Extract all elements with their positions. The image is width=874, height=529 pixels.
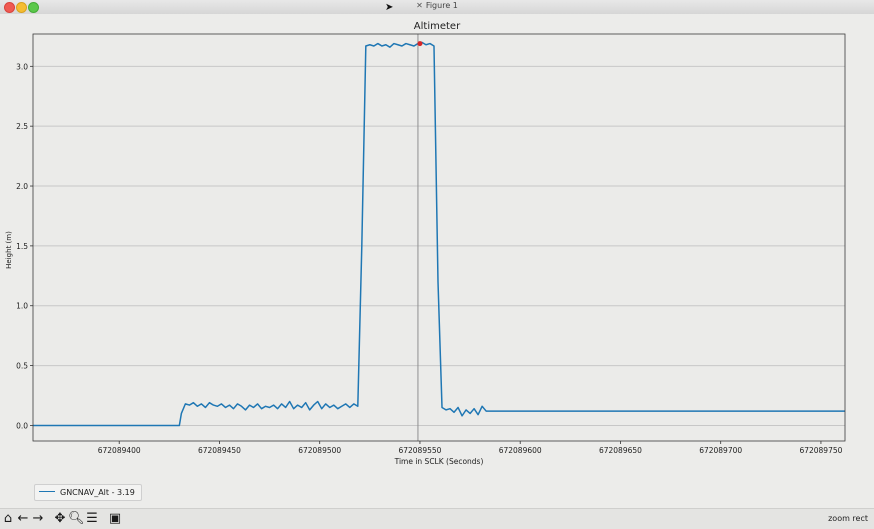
home-icon[interactable]: ⌂ bbox=[1, 512, 15, 526]
chart-title: Altimeter bbox=[414, 21, 461, 32]
navigation-toolbar: ⌂ ← → ✥ 🔍︎ ☰ ▣ zoom rect bbox=[0, 508, 874, 529]
y-tick-label: 2.0 bbox=[16, 182, 28, 191]
title-bar[interactable]: ✕ Figure 1 ➤ bbox=[0, 0, 874, 15]
x-tick-label: 672089550 bbox=[398, 446, 441, 455]
mouse-cursor-icon: ➤ bbox=[385, 2, 394, 13]
figure-app-icon: ✕ bbox=[416, 1, 423, 10]
window-title: ✕ Figure 1 bbox=[0, 1, 874, 10]
x-tick-label: 672089600 bbox=[499, 446, 542, 455]
x-tick-label: 672089500 bbox=[298, 446, 341, 455]
x-tick-label: 672089700 bbox=[699, 446, 742, 455]
window-title-text: Figure 1 bbox=[425, 1, 458, 10]
configure-subplots-icon[interactable]: ☰ bbox=[85, 512, 99, 526]
save-icon[interactable]: ▣ bbox=[108, 512, 122, 526]
zoom-icon[interactable]: 🔍︎ bbox=[68, 512, 85, 526]
legend-swatch bbox=[39, 491, 55, 492]
y-tick-label: 1.5 bbox=[16, 242, 28, 251]
back-arrow-icon[interactable]: ← bbox=[16, 512, 30, 526]
y-axis-label: Height (m) bbox=[5, 231, 13, 269]
status-text: zoom rect bbox=[828, 514, 868, 523]
cursor-marker-point bbox=[417, 41, 423, 47]
y-tick-label: 3.0 bbox=[16, 62, 28, 71]
legend: GNCNAV_Alt - 3.19 bbox=[34, 484, 142, 501]
x-tick-label: 672089650 bbox=[599, 446, 642, 455]
x-tick-label: 672089750 bbox=[799, 446, 842, 455]
altimeter-chart[interactable]: 0.0 0.5 1.0 1.5 2.0 2.5 3.0 672089400 672089450… bbox=[0, 14, 874, 508]
forward-arrow-icon[interactable]: → bbox=[31, 512, 45, 526]
plot-area[interactable] bbox=[33, 34, 845, 441]
legend-label: GNCNAV_Alt - 3.19 bbox=[60, 488, 135, 497]
y-tick-label: 2.5 bbox=[16, 122, 28, 131]
figure-window: ✕ Figure 1 ➤ 0.0 0.5 1.0 1.5 2.0 2.5 3.0 672089… bbox=[0, 0, 874, 529]
pan-icon[interactable]: ✥ bbox=[53, 512, 67, 526]
y-tick-label: 1.0 bbox=[16, 302, 28, 311]
y-tick-label: 0.5 bbox=[16, 362, 28, 371]
x-axis-label: Time in SCLK (Seconds) bbox=[394, 457, 484, 466]
x-tick-label: 672089400 bbox=[98, 446, 141, 455]
x-tick-label: 672089450 bbox=[198, 446, 241, 455]
y-tick-label: 0.0 bbox=[16, 421, 28, 430]
